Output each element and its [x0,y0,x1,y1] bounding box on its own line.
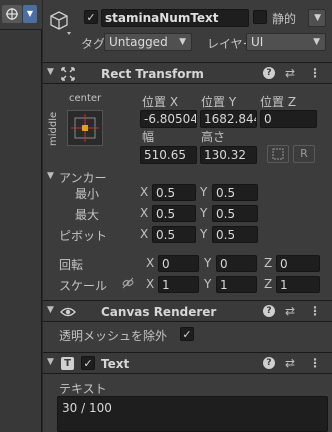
pos-z-label: 位置 Z [260,95,297,109]
scale-x-field[interactable]: 1 [158,276,199,293]
rot-z-field[interactable]: 0 [276,255,320,272]
cull-transparent-mesh-label: 透明メッシュを除外 [59,329,168,343]
more-options-icon[interactable]: ⋮ [309,66,321,80]
anchor-preset-icon [71,114,99,142]
eye-icon [60,307,76,317]
rot-y-label: Y [204,256,212,270]
pivot-y-label: Y [200,227,208,241]
anchors-foldout-arrow-icon[interactable]: ▼ [47,171,54,181]
pos-z-field[interactable]: 0 [260,110,317,128]
help-icon[interactable]: ? [263,67,275,79]
left-panel [0,0,42,432]
rot-x-field[interactable]: 0 [158,255,199,272]
anchor-max-y-field[interactable]: 0.5 [212,205,258,222]
pivot-x-label: X [140,227,149,241]
chevron-down-icon: ▼ [179,37,186,47]
preset-settings-icon[interactable]: ⇄ [285,356,295,370]
pivot-label: ピボット [59,229,108,243]
gizmo-dropdown-button[interactable]: ▼ [23,5,37,23]
rect-transform-title: Rect Transform [101,67,204,81]
more-options-icon[interactable]: ⋮ [309,356,321,370]
pos-x-label: 位置 X [142,95,179,109]
tag-dropdown[interactable]: Untagged ▼ [104,33,192,51]
gameobject-name-field[interactable]: staminaNumText [101,9,249,27]
rot-z-label: Z [264,256,273,270]
anchor-max-x-field[interactable]: 0.5 [152,205,196,222]
gameobject-icon[interactable] [49,8,73,36]
canvas-renderer-header[interactable]: ▼ Canvas Renderer ? ⇄ ⋮ [43,300,332,322]
width-label: 幅 [142,130,155,144]
text-component-icon: T [61,357,74,370]
blueprint-mode-button[interactable] [267,145,289,163]
rotation-label: 回転 [59,258,84,272]
tag-label: タグ [81,37,106,51]
rot-y-field[interactable]: 0 [216,255,257,272]
canvas-renderer-title: Canvas Renderer [101,305,217,319]
help-icon[interactable]: ? [263,305,275,317]
cube-icon [50,11,71,35]
anchor-min-y-field[interactable]: 0.5 [212,184,258,201]
anchor-min-x-label: X [140,185,149,199]
text-component-header[interactable]: ▼ T ✓ Text ? ⇄ ⋮ [43,352,332,374]
scale-z-label: Z [264,277,273,291]
anchor-preset-h-label: center [69,93,102,104]
static-dropdown[interactable]: ▼ [308,9,326,27]
scale-y-label: Y [204,277,212,291]
anchor-min-y-label: Y [200,185,208,199]
anchor-preset-v-label: middle [48,111,59,146]
pos-x-field[interactable]: -6.80504 [140,110,197,128]
anchor-min-label: 最小 [75,187,100,201]
height-field[interactable]: 130.32 [200,146,257,164]
text-enabled-checkbox[interactable]: ✓ [81,356,95,370]
pos-y-label: 位置 Y [201,95,237,109]
gameobject-active-checkbox[interactable]: ✓ [84,10,98,24]
scene-gizmo-button[interactable] [2,5,22,23]
rect-transform-header[interactable]: ▼ Rect Transform ? ⇄ ⋮ [43,62,332,84]
anchor-max-y-label: Y [200,206,208,220]
anchor-max-label: 最大 [75,208,100,222]
scale-x-label: X [146,277,155,291]
blueprint-icon [272,148,284,160]
anchor-max-x-label: X [140,206,149,220]
text-content-area[interactable]: 30 / 100 [57,396,328,432]
inspector-panel: ✓ staminaNumText 静的 ▼ タグ Untagged ▼ レイヤー … [43,0,332,432]
constrain-proportions-icon[interactable] [121,276,135,293]
link-icon [122,277,134,289]
pos-y-field[interactable]: 1682.844 [200,110,257,128]
help-icon[interactable]: ? [263,357,275,369]
foldout-arrow-icon[interactable]: ▼ [47,357,54,367]
rot-x-label: X [146,256,155,270]
anchor-min-x-field[interactable]: 0.5 [152,184,196,201]
cull-transparent-mesh-checkbox[interactable]: ✓ [180,327,194,341]
rect-transform-icon [61,67,75,81]
more-options-icon[interactable]: ⋮ [309,304,321,318]
height-label: 高さ [201,130,226,144]
gizmo-icon [6,8,18,20]
foldout-arrow-icon[interactable]: ▼ [47,67,54,77]
foldout-arrow-icon[interactable]: ▼ [47,305,54,315]
pivot-y-field[interactable]: 0.5 [212,226,258,243]
text-field-label: テキスト [59,382,107,396]
static-label: 静的 [272,12,297,26]
scale-y-field[interactable]: 1 [216,276,257,293]
preset-settings-icon[interactable]: ⇄ [285,304,295,318]
scale-label: スケール [59,279,108,293]
width-field[interactable]: 510.65 [140,146,197,164]
scale-z-field[interactable]: 1 [276,276,320,293]
static-checkbox[interactable] [253,10,267,24]
text-component-title: Text [101,357,130,371]
tag-value: Untagged [109,35,168,49]
anchors-label: アンカー [59,171,107,185]
preset-settings-icon[interactable]: ⇄ [285,66,295,80]
layer-dropdown[interactable]: UI ▼ [246,33,326,51]
raw-edit-button[interactable]: R [293,145,315,163]
pivot-x-field[interactable]: 0.5 [152,226,196,243]
layer-value: UI [251,35,264,49]
anchor-preset-button[interactable] [67,110,103,146]
chevron-down-icon: ▼ [313,37,320,47]
